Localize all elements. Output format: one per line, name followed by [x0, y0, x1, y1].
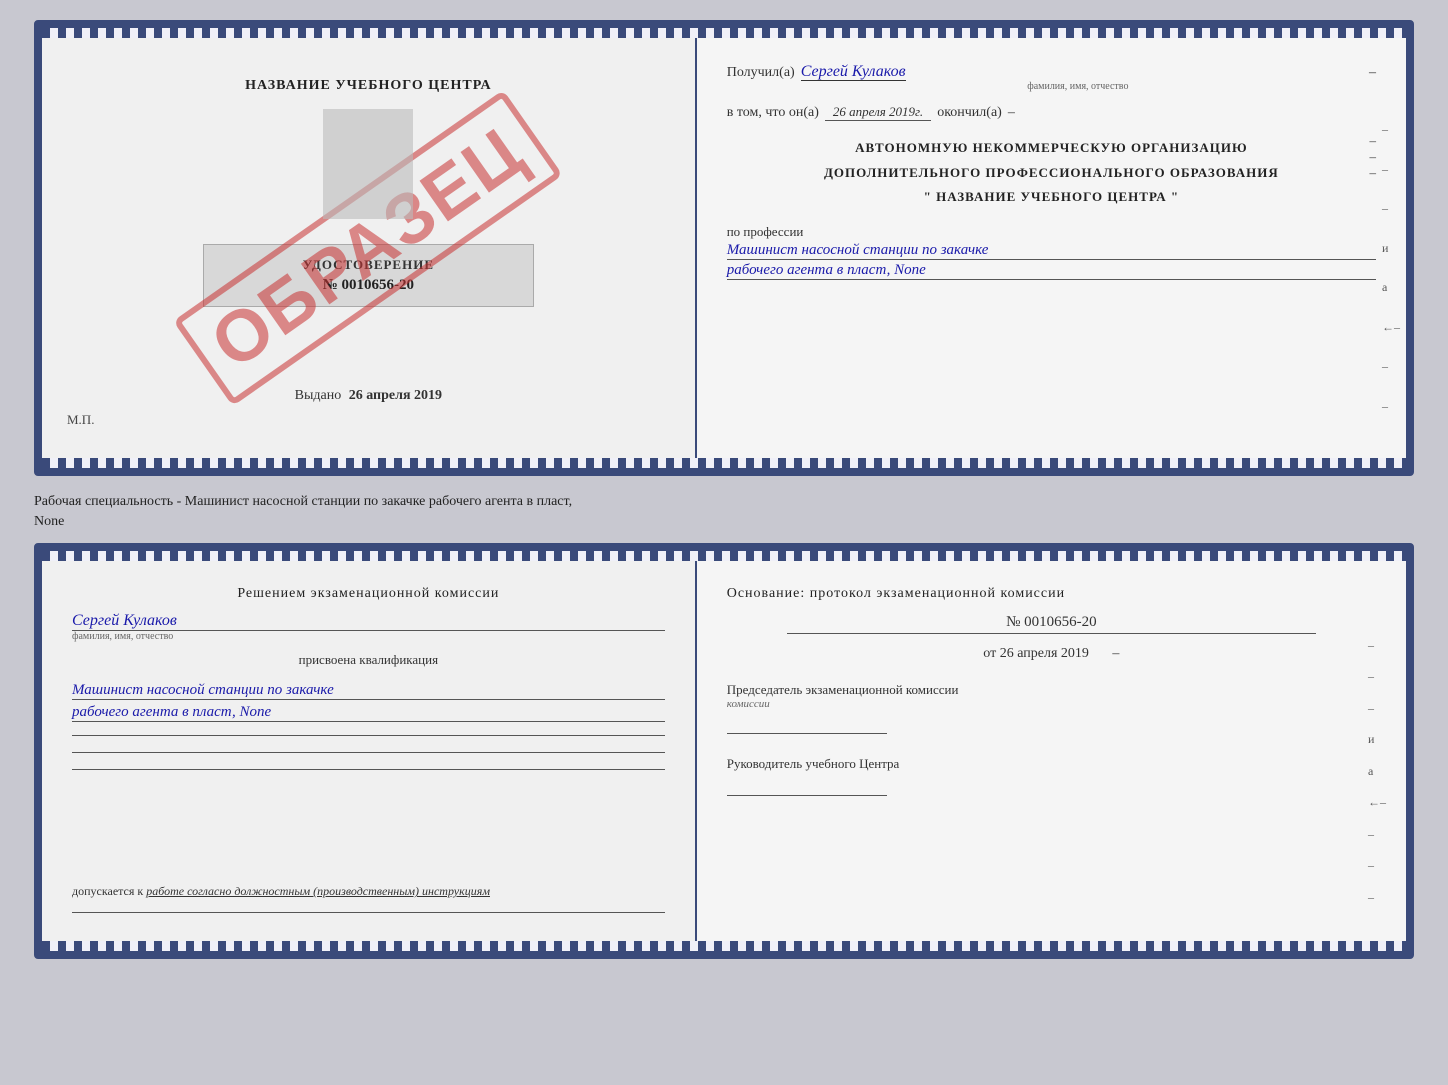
rukovoditel-sign-line — [727, 778, 887, 796]
block-text2: ДОПОЛНИТЕЛЬНОГО ПРОФЕССИОНАЛЬНОГО ОБРАЗО… — [727, 163, 1376, 183]
resheniem-label: Решением экзаменационной комиссии — [72, 586, 665, 602]
dash1: – — [1369, 65, 1376, 81]
rukovoditel-block: Руководитель учебного Центра — [727, 756, 1376, 798]
vydano-date: 26 апреля 2019 — [349, 388, 442, 403]
protocol-date: от 26 апреля 2019 – — [727, 646, 1376, 662]
protocol-number: № 0010656-20 — [787, 614, 1316, 634]
udostoverenie-box: УДОСТОВЕРЕНИЕ № 0010656-20 — [203, 244, 534, 307]
person-name: Сергей Кулаков — [72, 612, 665, 631]
bottom-document-content: Решением экзаменационной комиссии Сергей… — [42, 561, 1406, 941]
udostoverenie-number: № 0010656-20 — [224, 277, 513, 294]
vydano-label: Выдано — [295, 388, 342, 403]
top-left-panel: НАЗВАНИЕ УЧЕБНОГО ЦЕНТРА ОБРАЗЕЦ УДОСТОВ… — [42, 38, 697, 458]
qualification-area: Машинист насосной станции по закачке раб… — [72, 678, 665, 722]
block-text-area: АВТОНОМНУЮ НЕКОММЕРЧЕСКУЮ ОРГАНИЗАЦИЮ ДО… — [727, 133, 1376, 212]
vtom-field: в том, что он(а) 26 апреля 2019г. окончи… — [727, 104, 1376, 121]
dash2: – — [1008, 105, 1015, 121]
school-name-top: НАЗВАНИЕ УЧЕБНОГО ЦЕНТРА — [245, 78, 491, 94]
poluchil-value: Сергей Кулаков — [801, 63, 906, 81]
top-document-content: НАЗВАНИЕ УЧЕБНОГО ЦЕНТРА ОБРАЗЕЦ УДОСТОВ… — [42, 38, 1406, 458]
top-document: НАЗВАНИЕ УЧЕБНОГО ЦЕНТРА ОБРАЗЕЦ УДОСТОВ… — [34, 20, 1414, 476]
poluchil-field: Получил(а) Сергей Кулаков фамилия, имя, … — [727, 63, 1376, 92]
middle-text-line2: None — [34, 514, 64, 529]
ot-label: от — [983, 646, 996, 661]
udostoverenie-label: УДОСТОВЕРЕНИЕ — [224, 257, 513, 273]
vydano-line: Выдано 26 апреля 2019 — [295, 388, 442, 404]
dopusk-label: допускается к — [72, 884, 143, 898]
po-professii-label: по профессии — [727, 224, 1376, 240]
qual-line2: рабочего агента в пласт, None — [72, 704, 665, 722]
mp-label: М.П. — [67, 412, 94, 428]
predsedatel-sign-line — [727, 716, 887, 734]
dash-right1: – — [1112, 646, 1119, 661]
middle-text-area: Рабочая специальность - Машинист насосно… — [34, 486, 1414, 533]
osnovanie-label: Основание: протокол экзаменационной коми… — [727, 586, 1376, 602]
predsedatel-subtext: комиссии — [727, 698, 1376, 710]
middle-text-line1: Рабочая специальность - Машинист насосно… — [34, 494, 572, 509]
divider3 — [72, 769, 665, 770]
prisvoena-label: присвоена квалификация — [72, 652, 665, 668]
block-text1: АВТОНОМНУЮ НЕКОММЕРЧЕСКУЮ ОРГАНИЗАЦИЮ — [727, 138, 1376, 158]
bottom-document: Решением экзаменационной комиссии Сергей… — [34, 543, 1414, 959]
photo-placeholder — [323, 109, 413, 219]
top-right-panel: Получил(а) Сергей Кулаков фамилия, имя, … — [697, 38, 1406, 458]
profession-line2: рабочего агента в пласт, None — [727, 262, 1376, 280]
rukovoditel-label: Руководитель учебного Центра — [727, 756, 1376, 772]
side-dashes-bottom: – – – и а ←– – – – — [1368, 621, 1386, 921]
block-text3: " НАЗВАНИЕ УЧЕБНОГО ЦЕНТРА " — [727, 187, 1376, 207]
vtom-label: в том, что он(а) — [727, 105, 819, 121]
divider2 — [72, 752, 665, 753]
ot-date: 26 апреля 2019 — [1000, 646, 1089, 661]
bottom-left-panel: Решением экзаменационной комиссии Сергей… — [42, 561, 697, 941]
name-subtext: фамилия, имя, отчество — [72, 631, 665, 642]
okonchil-label: окончил(а) — [937, 105, 1002, 121]
dopusk-value: работе согласно должностным (производств… — [146, 884, 490, 898]
divider4 — [72, 912, 665, 913]
side-dashes-top: – – – и а ←– – – — [1382, 98, 1400, 438]
profession-area: по профессии Машинист насосной станции п… — [727, 224, 1376, 280]
predsedatel-block: Председатель экзаменационной комиссии ко… — [727, 682, 1376, 736]
profession-line1: Машинист насосной станции по закачке — [727, 242, 1376, 260]
vtom-value: 26 апреля 2019г. — [825, 104, 931, 121]
predsedatel-label: Председатель экзаменационной комиссии — [727, 682, 1376, 698]
poluchil-label: Получил(а) — [727, 65, 795, 81]
bottom-right-panel: Основание: протокол экзаменационной коми… — [697, 561, 1406, 941]
vertical-dashes: ––– — [1369, 133, 1376, 181]
divider1 — [72, 735, 665, 736]
qual-line1: Машинист насосной станции по закачке — [72, 682, 665, 700]
dopusk-area: допускается к работе согласно должностны… — [72, 869, 665, 899]
poluchil-subtext: фамилия, имя, отчество — [801, 81, 1355, 92]
name-field-area: Сергей Кулаков фамилия, имя, отчество — [72, 612, 665, 642]
